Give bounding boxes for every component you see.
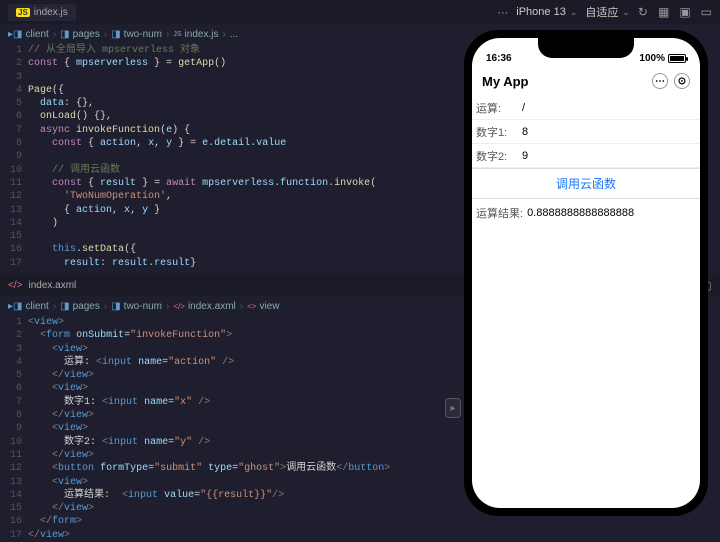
crumb-more[interactable]: ... xyxy=(230,29,238,40)
row-y: 数字2: xyxy=(472,144,700,168)
editor-tab-indexjs[interactable]: JS index.js xyxy=(8,4,76,21)
status-time: 16:36 xyxy=(486,53,512,64)
tag-icon: <> xyxy=(247,302,256,311)
battery-pct: 100% xyxy=(639,53,665,64)
crumb-two-num[interactable]: ◨two-num xyxy=(111,301,162,312)
top-toolbar: JS index.js ⋯ iPhone 13 ⌄ 自适应 ⌄ ↻ ▦ ▣ ▭ xyxy=(0,0,720,24)
result-label: 运算结果: xyxy=(476,205,523,221)
app-header: My App ⋯ ⊙ xyxy=(472,66,700,96)
app-title: My App xyxy=(482,74,528,89)
folder-icon: ▸◨ xyxy=(8,29,22,40)
fit-label: 自适应 xyxy=(585,4,618,20)
row-x: 数字1: xyxy=(472,120,700,144)
folder-icon: ◨ xyxy=(111,301,120,312)
crumb-client[interactable]: ▸◨client xyxy=(8,301,49,312)
layers-icon[interactable]: ▣ xyxy=(679,5,690,19)
x-input[interactable] xyxy=(518,126,696,138)
axml-file-icon: </> xyxy=(8,280,22,291)
crumb-client[interactable]: ▸◨client xyxy=(8,29,49,40)
crumb-pages[interactable]: ◨pages xyxy=(60,29,100,40)
chevron-down-icon: ⌄ xyxy=(570,7,578,18)
folder-icon: ▸◨ xyxy=(8,301,22,312)
battery-icon xyxy=(668,54,686,63)
line-gutter: 1234567891011121314151617 xyxy=(0,316,28,518)
y-label: 数字2: xyxy=(476,148,518,164)
close-icon[interactable]: ⊙ xyxy=(674,73,690,89)
crumb-indexjs[interactable]: JSindex.js xyxy=(173,29,218,40)
line-gutter: 1234567891011121314151617 xyxy=(0,44,28,274)
crumb-indexaxml[interactable]: </>index.axml xyxy=(173,301,235,312)
tab-title: index.js xyxy=(34,7,68,18)
grid-icon[interactable]: ▦ xyxy=(658,5,669,19)
x-label: 数字1: xyxy=(476,124,518,140)
axml-file-icon: </> xyxy=(173,302,185,311)
op-label: 运算: xyxy=(476,100,518,116)
folder-icon: ◨ xyxy=(111,29,120,40)
reload-icon[interactable]: ↻ xyxy=(638,5,648,19)
crumb-view[interactable]: <>view xyxy=(247,301,279,312)
js-file-icon: JS xyxy=(16,8,30,17)
phone-notch xyxy=(538,38,634,58)
op-input[interactable] xyxy=(518,102,696,114)
result-value: 0.8888888888888888 xyxy=(527,207,634,219)
fit-selector[interactable]: 自适应 ⌄ xyxy=(585,4,630,20)
drag-handle-icon[interactable]: ▸ xyxy=(445,398,461,418)
phone-frame: 16:36 100% My App ⋯ ⊙ 运算: 数字1: 数字2: 调用云函… xyxy=(464,30,708,516)
invoke-button[interactable]: 调用云函数 xyxy=(472,168,700,199)
row-operation: 运算: xyxy=(472,96,700,120)
y-input[interactable] xyxy=(518,150,696,162)
device-selector[interactable]: iPhone 13 ⌄ xyxy=(516,6,577,18)
crumb-pages[interactable]: ◨pages xyxy=(60,301,100,312)
archive-icon[interactable]: ▭ xyxy=(701,5,712,19)
phone-screen: 16:36 100% My App ⋯ ⊙ 运算: 数字1: 数字2: 调用云函… xyxy=(472,38,700,508)
folder-icon: ◨ xyxy=(60,29,69,40)
js-file-icon: JS xyxy=(173,31,181,38)
folder-icon: ◨ xyxy=(60,301,69,312)
pane-tab-title[interactable]: index.axml xyxy=(28,280,76,291)
row-result: 运算结果: 0.8888888888888888 xyxy=(472,199,700,227)
chevron-down-icon: ⌄ xyxy=(622,7,630,18)
more-icon[interactable]: ⋯ xyxy=(497,6,508,19)
menu-icon[interactable]: ⋯ xyxy=(652,73,668,89)
device-name: iPhone 13 xyxy=(516,6,566,18)
crumb-two-num[interactable]: ◨two-num xyxy=(111,29,162,40)
